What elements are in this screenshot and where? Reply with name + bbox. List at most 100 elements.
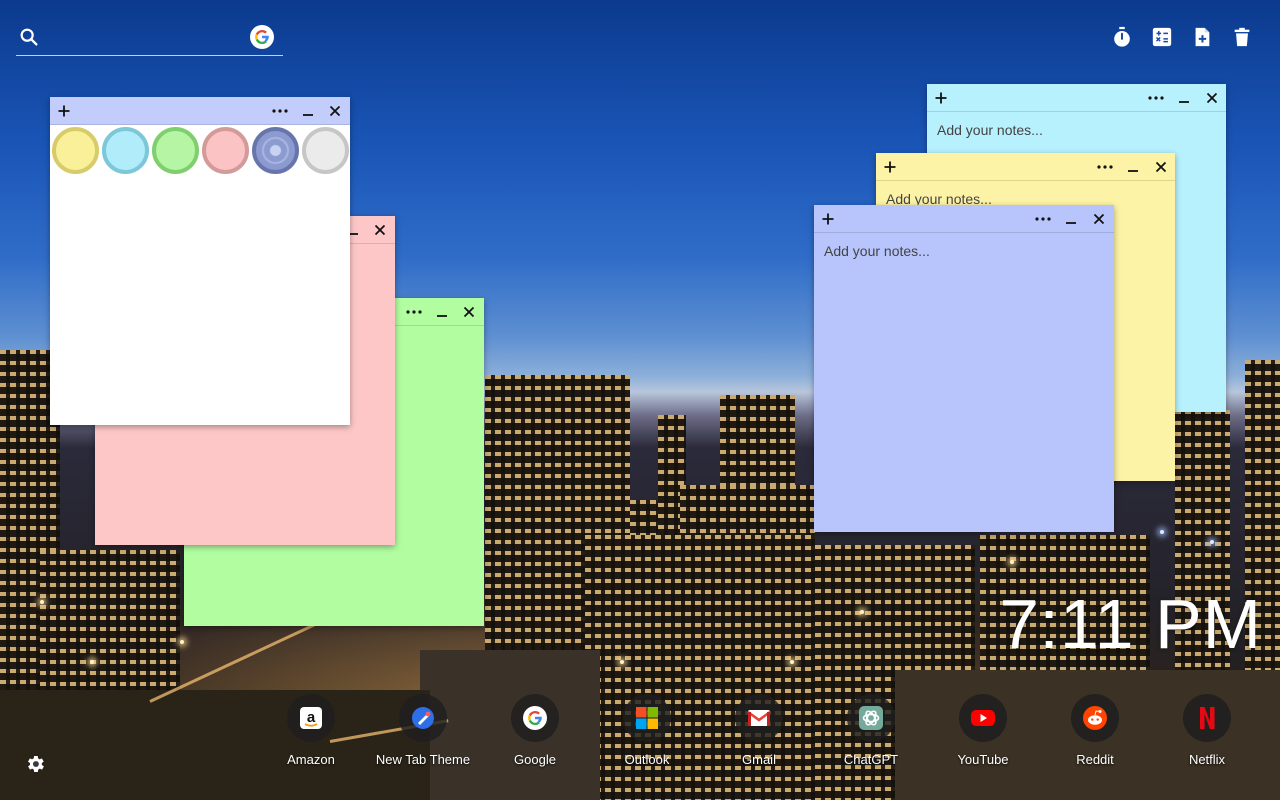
color-swatch[interactable] bbox=[202, 126, 249, 174]
shortcut-label: Outlook bbox=[624, 752, 670, 767]
new-note-icon bbox=[1195, 27, 1209, 46]
more-options-button[interactable] bbox=[402, 298, 426, 326]
minimize-icon bbox=[303, 114, 313, 116]
minimize-icon bbox=[437, 315, 447, 317]
calculator-button[interactable] bbox=[1149, 24, 1174, 49]
shortcut-label: Google bbox=[514, 752, 556, 767]
more-options-button[interactable] bbox=[1144, 84, 1168, 112]
add-note-button[interactable] bbox=[929, 84, 953, 112]
shortcut-bar: a Amazon New Tab Theme Google Outlook Gm… bbox=[255, 694, 1263, 767]
more-icon bbox=[406, 310, 422, 314]
close-icon bbox=[329, 105, 341, 117]
more-icon bbox=[1148, 96, 1164, 100]
note-text[interactable]: Add your notes... bbox=[937, 122, 1043, 138]
more-options-button[interactable] bbox=[268, 97, 292, 125]
close-button[interactable] bbox=[323, 97, 347, 125]
gmail-icon bbox=[735, 694, 783, 742]
timer-icon bbox=[1113, 26, 1130, 47]
minimize-button[interactable] bbox=[1172, 84, 1196, 112]
plus-icon bbox=[935, 92, 947, 104]
amazon-icon: a bbox=[287, 694, 335, 742]
search-bar bbox=[16, 22, 283, 56]
close-button[interactable] bbox=[1087, 205, 1111, 233]
city-light bbox=[620, 660, 624, 664]
trash-icon bbox=[1234, 27, 1249, 46]
color-swatch[interactable] bbox=[52, 126, 99, 174]
add-note-button[interactable] bbox=[816, 205, 840, 233]
note-header bbox=[50, 97, 350, 125]
shortcut-netflix[interactable]: Netflix bbox=[1151, 694, 1263, 767]
note-header bbox=[876, 153, 1175, 181]
sticky-note-white[interactable] bbox=[50, 97, 350, 425]
add-note-button[interactable] bbox=[52, 97, 76, 125]
new-tab-theme-icon bbox=[399, 694, 447, 742]
city-light bbox=[90, 660, 94, 664]
city-light bbox=[1010, 560, 1014, 564]
more-icon bbox=[272, 109, 288, 113]
minimize-button[interactable] bbox=[1059, 205, 1083, 233]
shortcut-label: Reddit bbox=[1076, 752, 1114, 767]
clock: 7:11 PM bbox=[999, 585, 1262, 663]
minimize-icon bbox=[1179, 101, 1189, 103]
color-swatch[interactable] bbox=[252, 126, 299, 174]
city-light bbox=[1160, 530, 1164, 534]
search-input[interactable] bbox=[48, 26, 248, 50]
close-button[interactable] bbox=[457, 298, 481, 326]
color-swatch[interactable] bbox=[302, 126, 349, 174]
minimize-icon bbox=[1066, 222, 1076, 224]
close-icon bbox=[1206, 92, 1218, 104]
reddit-icon bbox=[1071, 694, 1119, 742]
minimize-button[interactable] bbox=[1121, 153, 1145, 181]
city-light bbox=[180, 640, 184, 644]
shortcut-label: YouTube bbox=[957, 752, 1009, 767]
close-icon bbox=[463, 306, 475, 318]
close-icon bbox=[374, 224, 386, 236]
close-icon bbox=[1093, 213, 1105, 225]
plus-icon bbox=[822, 213, 834, 225]
search-icon[interactable] bbox=[18, 26, 40, 48]
minimize-button[interactable] bbox=[296, 97, 320, 125]
city-light bbox=[790, 660, 794, 664]
color-swatch[interactable] bbox=[152, 126, 199, 174]
google-icon[interactable] bbox=[250, 25, 274, 49]
note-header bbox=[814, 205, 1114, 233]
city-light bbox=[860, 610, 864, 614]
new-note-button[interactable] bbox=[1189, 24, 1214, 49]
close-icon bbox=[1155, 161, 1167, 173]
more-options-button[interactable] bbox=[1093, 153, 1117, 181]
sticky-note-blue[interactable]: Add your notes... bbox=[814, 205, 1114, 532]
more-options-button[interactable] bbox=[1031, 205, 1055, 233]
add-note-button[interactable] bbox=[878, 153, 902, 181]
shortcut-google[interactable]: Google bbox=[479, 694, 591, 767]
shortcut-label: Gmail bbox=[742, 752, 776, 767]
shortcut-label: ChatGPT bbox=[843, 752, 899, 767]
timer-button[interactable] bbox=[1109, 24, 1134, 49]
shortcut-youtube[interactable]: YouTube bbox=[927, 694, 1039, 767]
color-palette bbox=[50, 125, 350, 175]
trash-button[interactable] bbox=[1229, 24, 1254, 49]
close-button[interactable] bbox=[368, 216, 392, 244]
youtube-icon bbox=[959, 694, 1007, 742]
note-header bbox=[927, 84, 1226, 112]
minimize-button[interactable] bbox=[430, 298, 454, 326]
shortcut-new-tab-theme[interactable]: New Tab Theme bbox=[367, 694, 479, 767]
shortcut-gmail[interactable]: Gmail bbox=[703, 694, 815, 767]
shortcut-amazon[interactable]: a Amazon bbox=[255, 694, 367, 767]
color-swatch[interactable] bbox=[102, 126, 149, 174]
shortcut-outlook[interactable]: Outlook bbox=[591, 694, 703, 767]
plus-icon bbox=[58, 105, 70, 117]
close-button[interactable] bbox=[1200, 84, 1224, 112]
city-light bbox=[1210, 540, 1214, 544]
gear-icon[interactable] bbox=[24, 753, 46, 775]
close-button[interactable] bbox=[1149, 153, 1173, 181]
shortcut-reddit[interactable]: Reddit bbox=[1039, 694, 1151, 767]
minimize-icon bbox=[1128, 170, 1138, 172]
more-icon bbox=[1035, 217, 1051, 221]
google-icon bbox=[511, 694, 559, 742]
more-icon bbox=[1097, 165, 1113, 169]
city-light bbox=[40, 600, 44, 604]
calculator-icon bbox=[1152, 27, 1171, 46]
shortcut-label: Amazon bbox=[287, 752, 335, 767]
shortcut-chatgpt[interactable]: ChatGPT bbox=[815, 694, 927, 767]
note-text[interactable]: Add your notes... bbox=[824, 243, 930, 259]
